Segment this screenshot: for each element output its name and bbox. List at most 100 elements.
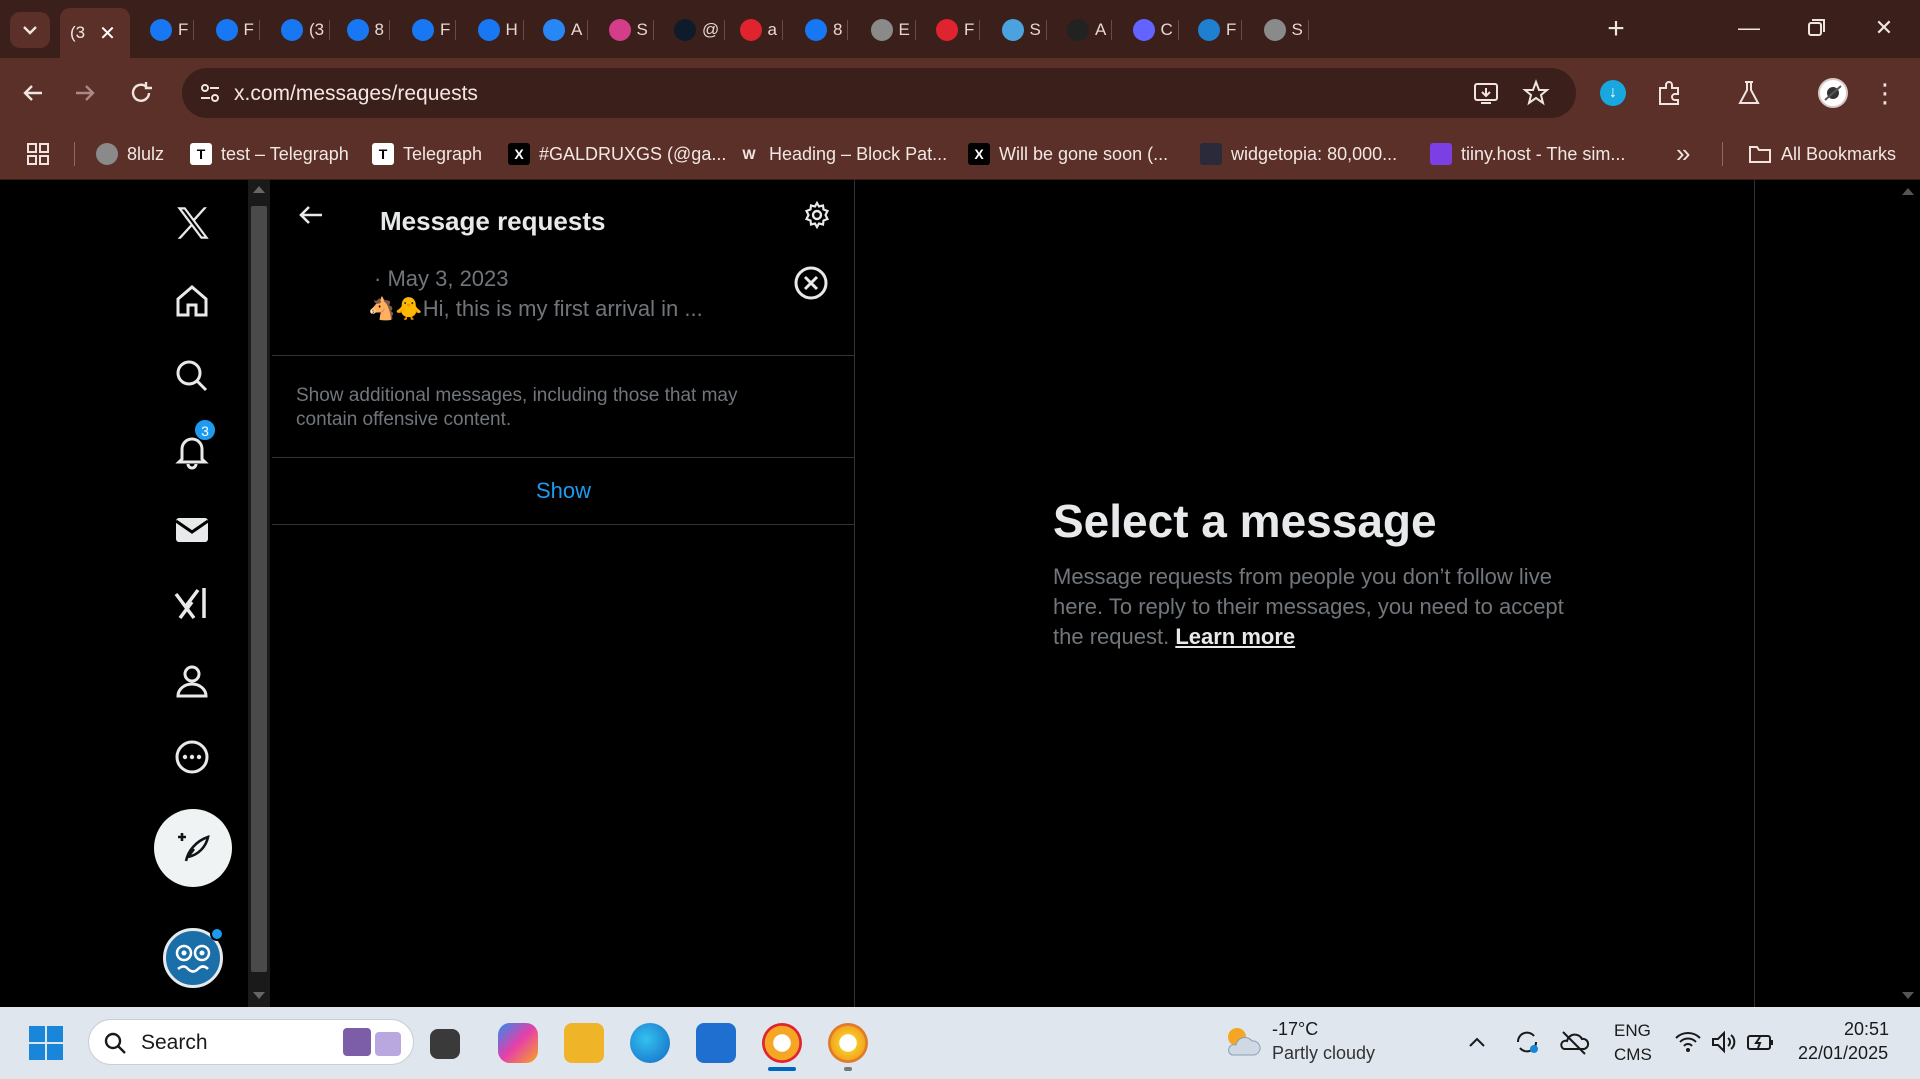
input-method-indicator[interactable]: CMS xyxy=(1614,1045,1652,1065)
browser-tab[interactable]: F xyxy=(412,12,457,48)
notifications-nav[interactable]: 3 xyxy=(172,419,216,471)
more-options-icon[interactable] xyxy=(172,737,212,777)
bookmark-item[interactable]: widgetopia: 80,000... xyxy=(1200,141,1397,167)
bookmark-item[interactable]: T Telegraph xyxy=(372,141,482,167)
tab-active[interactable]: (3 ✕ xyxy=(60,8,130,58)
tab-label: F xyxy=(178,20,189,39)
learn-more-link[interactable]: Learn more xyxy=(1175,624,1295,649)
chrome-profile-icon[interactable] xyxy=(828,1023,868,1063)
browser-tab[interactable]: F xyxy=(215,12,260,48)
decline-request-icon[interactable] xyxy=(792,264,830,302)
site-info-icon[interactable] xyxy=(198,81,222,105)
bookmark-item[interactable]: tiiny.host - The sim... xyxy=(1430,141,1625,167)
all-bookmarks-button[interactable]: All Bookmarks xyxy=(1748,141,1896,167)
page-scrollbar[interactable] xyxy=(1896,180,1920,1007)
wifi-icon[interactable] xyxy=(1674,1029,1702,1055)
bookmark-item[interactable]: X #GALDRUXGS (@ga... xyxy=(508,141,726,167)
back-arrow-icon[interactable] xyxy=(18,78,48,108)
bookmarks-overflow-button[interactable]: » xyxy=(1676,138,1690,169)
tab-label: F xyxy=(243,20,254,39)
browser-tab[interactable]: 8 xyxy=(346,12,390,48)
messages-envelope-icon[interactable] xyxy=(172,510,212,550)
clock-time[interactable]: 20:51 xyxy=(1844,1019,1889,1040)
vk-icon xyxy=(543,19,565,41)
grok-icon[interactable] xyxy=(172,584,212,624)
copilot-icon[interactable] xyxy=(498,1023,538,1063)
browser-tab[interactable]: F xyxy=(150,12,195,48)
edge-browser-icon[interactable] xyxy=(630,1023,670,1063)
tab-separator xyxy=(914,20,916,40)
new-tab-button[interactable]: + xyxy=(1598,12,1634,48)
windows-start-icon[interactable] xyxy=(28,1025,64,1061)
browser-tab[interactable]: F xyxy=(1198,12,1243,48)
browser-tab[interactable]: S xyxy=(1001,12,1047,48)
profile-icon[interactable] xyxy=(172,661,212,701)
address-bar[interactable]: x.com/messages/requests xyxy=(182,68,1576,118)
show-button[interactable]: Show xyxy=(272,458,855,525)
message-request-item[interactable]: · May 3, 2023 🐴🐥Hi, this is my first arr… xyxy=(272,256,855,356)
battery-charging-icon[interactable] xyxy=(1746,1029,1776,1055)
browser-tab[interactable]: A xyxy=(1067,12,1113,48)
onedrive-offline-icon[interactable] xyxy=(1558,1027,1590,1057)
install-app-icon[interactable] xyxy=(1472,79,1500,107)
download-extension-icon[interactable]: ↓ xyxy=(1600,80,1626,106)
browser-tab[interactable]: A xyxy=(543,12,589,48)
bookmark-label: widgetopia: 80,000... xyxy=(1231,143,1398,164)
reload-icon[interactable] xyxy=(126,78,156,108)
language-indicator[interactable]: ENG xyxy=(1614,1021,1651,1041)
extensions-puzzle-icon[interactable] xyxy=(1654,78,1684,108)
file-explorer-icon[interactable] xyxy=(564,1023,604,1063)
browser-tab[interactable]: 8 xyxy=(805,12,849,48)
account-avatar[interactable] xyxy=(163,927,224,988)
tab-close-icon[interactable]: ✕ xyxy=(99,21,116,46)
task-view-icon[interactable] xyxy=(430,1029,460,1059)
chrome-canary-icon[interactable] xyxy=(762,1023,802,1063)
tab-separator xyxy=(258,20,260,40)
clock-date[interactable]: 22/01/2025 xyxy=(1798,1043,1888,1064)
tab-separator xyxy=(1307,20,1309,40)
settings-gear-icon[interactable] xyxy=(802,200,832,230)
browser-tab[interactable]: S xyxy=(608,12,654,48)
nav-scrollbar[interactable] xyxy=(248,180,270,1007)
bookmark-item[interactable]: X Will be gone soon (... xyxy=(968,141,1168,167)
scrollbar-thumb[interactable] xyxy=(251,206,267,972)
scroll-down-arrow-icon[interactable] xyxy=(1902,992,1914,999)
chevron-up-icon[interactable] xyxy=(1466,1031,1488,1053)
browser-tab[interactable]: E xyxy=(870,12,916,48)
microsoft-store-icon[interactable] xyxy=(696,1023,736,1063)
forward-arrow-icon[interactable] xyxy=(70,78,100,108)
taskbar-search-box[interactable]: Search xyxy=(88,1019,414,1065)
bookmark-item[interactable]: W Heading – Block Pat... xyxy=(738,141,947,167)
close-window-button[interactable]: ✕ xyxy=(1870,14,1898,42)
minimize-button[interactable]: — xyxy=(1735,14,1763,42)
browser-tab[interactable]: @ xyxy=(674,12,726,48)
scroll-up-arrow-icon[interactable] xyxy=(1902,188,1914,195)
home-icon[interactable] xyxy=(172,281,212,321)
scroll-down-arrow-icon[interactable] xyxy=(253,992,265,999)
browser-tab[interactable]: S xyxy=(1263,12,1309,48)
weather-widget[interactable] xyxy=(1222,1021,1262,1061)
bookmark-item[interactable]: 8lulz xyxy=(96,141,164,167)
tab-search-button[interactable] xyxy=(10,12,50,48)
search-icon[interactable] xyxy=(172,356,212,396)
compose-post-button[interactable] xyxy=(154,809,232,887)
profile-avatar-icon[interactable] xyxy=(1818,78,1848,108)
x-logo-icon[interactable] xyxy=(172,202,214,244)
back-arrow-icon[interactable] xyxy=(296,200,326,230)
scroll-up-arrow-icon[interactable] xyxy=(253,186,265,193)
labs-flask-icon[interactable] xyxy=(1734,78,1764,108)
browser-tab[interactable]: F xyxy=(936,12,981,48)
browser-tab[interactable]: (3 xyxy=(281,12,331,48)
sync-icon[interactable] xyxy=(1512,1027,1542,1057)
bookmark-item[interactable]: Ttest – Telegraph xyxy=(190,141,349,167)
bookmark-star-icon[interactable] xyxy=(1522,79,1550,107)
apps-grid-icon[interactable] xyxy=(26,142,50,166)
browser-tab[interactable]: C xyxy=(1132,12,1179,48)
restore-button[interactable] xyxy=(1802,14,1830,42)
volume-icon[interactable] xyxy=(1710,1029,1738,1055)
browser-menu-icon[interactable]: ⋮ xyxy=(1872,76,1898,110)
browser-tab[interactable]: a xyxy=(739,12,783,48)
folder-icon xyxy=(1749,146,1771,163)
browser-tab[interactable]: H xyxy=(477,12,524,48)
tab-label: C xyxy=(1160,20,1173,39)
